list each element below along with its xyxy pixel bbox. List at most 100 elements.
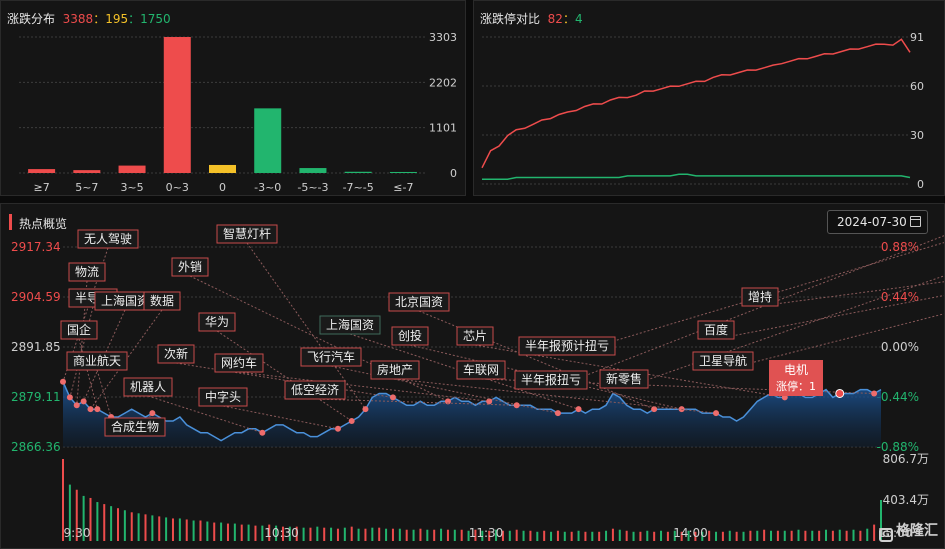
- vol-bar: [859, 530, 862, 541]
- vol-bar: [330, 527, 333, 541]
- tag-label: 机器人: [130, 380, 166, 394]
- vol-bar: [804, 530, 807, 541]
- vol-bar: [852, 529, 855, 541]
- tag-label: 上海国资: [326, 317, 374, 332]
- gelonghui-logo-icon: G: [879, 528, 893, 542]
- vol-bar: [398, 528, 401, 541]
- tag-label: 商业航天: [73, 353, 121, 368]
- vol-bar: [825, 529, 828, 541]
- vol-bar: [742, 531, 745, 541]
- vol-bar: [137, 513, 140, 541]
- tag-stem: [418, 310, 655, 410]
- vol-bar: [666, 531, 669, 541]
- calendar-icon[interactable]: [910, 216, 921, 227]
- limit-line-chart: 91 60 30 0: [481, 31, 924, 191]
- index-area: [63, 381, 881, 447]
- tag-label: 上海国资: [101, 293, 149, 308]
- watermark: G 格隆汇: [879, 520, 938, 542]
- vol-bar: [591, 531, 594, 541]
- hot-xtick: 9:30: [64, 526, 91, 540]
- dist-bar: [389, 171, 417, 173]
- hot-left-ytick: 2891.85: [11, 340, 61, 354]
- hot-left-ytick: 2879.11: [11, 390, 61, 404]
- hot-intraday-chart[interactable]: 2917.34 0.88%2904.59 0.44%2891.85 0.00%2879…: [1, 204, 945, 549]
- vol-bar: [563, 531, 566, 541]
- vol-bar: [385, 528, 388, 541]
- vol-bar: [178, 518, 181, 541]
- tag-point: [871, 390, 878, 397]
- tag-label: 北京国资: [395, 295, 443, 309]
- tag-point: [362, 406, 369, 413]
- vol-bar: [598, 531, 601, 541]
- vol-bar: [240, 524, 243, 541]
- dist-xtick-label: -3~0: [254, 181, 281, 194]
- limit-ytick-label: 60: [910, 80, 924, 93]
- limit-ytick-label: 30: [910, 129, 924, 142]
- dist-xtick-label: 0: [219, 181, 226, 194]
- tag-label: 中字头: [205, 389, 241, 404]
- vol-bar: [433, 529, 436, 541]
- dist-xtick-label: -7~-5: [343, 181, 374, 194]
- vol-bar: [103, 504, 106, 541]
- dist-bar: [73, 170, 101, 173]
- tag-label: 无人驾驶: [84, 231, 132, 246]
- vol-bar: [866, 528, 869, 541]
- hot-left-ytick: 2866.36: [11, 440, 61, 454]
- vol-bar: [192, 520, 195, 541]
- dist-ytick-label: 3303: [429, 31, 457, 44]
- vol-bar: [171, 518, 174, 541]
- tag-label: 低空经济: [291, 382, 339, 397]
- vol-bar: [405, 529, 408, 541]
- tag-label: 车联网: [463, 362, 499, 377]
- title-accent-bar: [9, 214, 12, 230]
- vol-bar: [529, 530, 532, 541]
- vol-bar: [873, 524, 876, 541]
- tag-label: 数据: [150, 293, 174, 308]
- vol-bar: [831, 530, 834, 541]
- date-picker[interactable]: 2024-07-30: [827, 210, 928, 234]
- vol-bar: [625, 530, 628, 541]
- vol-bar: [653, 531, 656, 541]
- vol-bar: [735, 531, 738, 541]
- dist-xtick-label: ≤-7: [393, 181, 413, 194]
- vol-bar: [763, 529, 766, 541]
- tag-label: 芯片: [463, 329, 487, 343]
- vol-bar: [185, 519, 188, 541]
- vol-bar: [845, 530, 848, 541]
- tag-point: [73, 402, 80, 409]
- tag-label: 物流: [75, 265, 99, 279]
- vol-bar: [233, 523, 236, 541]
- hot-right-ytick: -0.44%: [877, 390, 919, 404]
- tag-point: [334, 425, 341, 432]
- vol-bar: [110, 506, 113, 541]
- vol-bar: [797, 529, 800, 541]
- vol-bar: [721, 531, 724, 541]
- dist-ytick-label: 1101: [429, 122, 457, 135]
- hot-left-ytick: 2904.59: [11, 290, 61, 304]
- tag-point: [651, 406, 658, 413]
- tag-label: 次新: [164, 346, 188, 361]
- dist-ytick-label: 2202: [429, 76, 457, 89]
- vol-bar: [440, 528, 443, 541]
- tag-point: [80, 398, 87, 405]
- dist-bar: [163, 37, 191, 173]
- hot-overview-panel: 2917.34 0.88% 2904.59 0.44% 2891.85 0.00% 2879…: [0, 203, 945, 549]
- vol-bar: [336, 528, 339, 541]
- tag-point: [348, 417, 355, 424]
- tag-point: [713, 410, 720, 417]
- hot-left-ytick: 2917.34: [11, 240, 61, 254]
- dist-bar-chart: 3303 2202 1101 0 ≥7 5~7 3~5 0~3 0 -3~0 -5~-3 -7~-5 ≤…: [19, 31, 457, 194]
- vol-bar: [316, 526, 319, 541]
- hot-right-ytick: 0.44%: [881, 290, 919, 304]
- date-value: 2024-07-30: [837, 215, 907, 229]
- vol-bar: [584, 531, 587, 541]
- vol-bar: [309, 527, 312, 541]
- tag-label: 房地产: [377, 362, 413, 377]
- dist-bar: [299, 168, 327, 173]
- vol-bar: [123, 510, 126, 541]
- tag-label: 智慧灯杆: [223, 226, 271, 241]
- dist-bar: [209, 164, 236, 173]
- tag-label: 创投: [398, 328, 422, 343]
- vol-bar: [323, 527, 326, 541]
- dist-xtick-label: 3~5: [120, 181, 143, 194]
